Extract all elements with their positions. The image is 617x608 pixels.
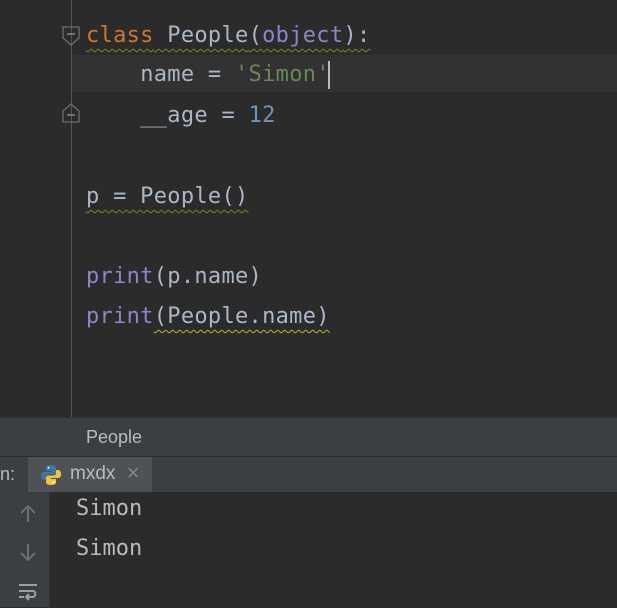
string-literal: 'Simon' <box>235 62 330 87</box>
run-console[interactable]: Simon Simon <box>0 492 617 607</box>
arrow-up-icon[interactable] <box>16 502 40 526</box>
breadcrumb-bar: People <box>0 417 617 456</box>
paren: ) <box>343 23 357 48</box>
code-line-print-1[interactable]: print(p.name) <box>86 260 262 294</box>
console-output-line: Simon <box>76 496 143 521</box>
fold-end-icon[interactable] <box>60 102 82 124</box>
run-tool-window-header: n: mxdx × <box>0 456 617 492</box>
print-builtin: print <box>86 264 154 289</box>
base-class: object <box>262 23 344 48</box>
run-label: n: <box>0 464 16 484</box>
print-args: (People.name) <box>153 304 330 329</box>
instance-statement: p = People() <box>86 184 249 209</box>
close-icon[interactable]: × <box>126 463 140 483</box>
print-args: (p.name) <box>153 264 263 289</box>
code-line-class-def[interactable]: class People(object): <box>86 19 370 53</box>
console-toolbar <box>0 492 50 607</box>
print-builtin: print <box>86 304 154 329</box>
fold-collapse-icon[interactable] <box>60 25 82 47</box>
soft-wrap-icon[interactable] <box>16 580 40 604</box>
assignment-lhs: __age = <box>140 103 249 128</box>
keyword-class: class <box>86 23 154 48</box>
python-icon <box>40 464 62 490</box>
console-output-line: Simon <box>76 536 143 561</box>
code-line-age-attr[interactable]: __age = 12 <box>86 99 276 133</box>
run-tab-mxdx[interactable]: mxdx × <box>28 457 152 492</box>
arrow-down-icon[interactable] <box>16 540 40 564</box>
number-literal: 12 <box>248 103 276 128</box>
code-line-instance[interactable]: p = People() <box>86 180 249 214</box>
colon: : <box>356 23 371 48</box>
code-line-name-attr[interactable]: name = 'Simon' <box>86 58 330 92</box>
class-name: People <box>153 23 249 48</box>
paren: ( <box>248 23 263 48</box>
code-line-print-2[interactable]: print(People.name) <box>86 300 330 334</box>
code-editor[interactable]: class People(object): name = 'Simon' __a… <box>0 0 617 417</box>
text-caret <box>327 61 330 89</box>
gutter-divider <box>71 0 72 417</box>
run-tab-label: mxdx <box>70 463 116 484</box>
assignment-lhs: name = <box>140 62 236 87</box>
breadcrumb[interactable]: People <box>86 427 142 448</box>
